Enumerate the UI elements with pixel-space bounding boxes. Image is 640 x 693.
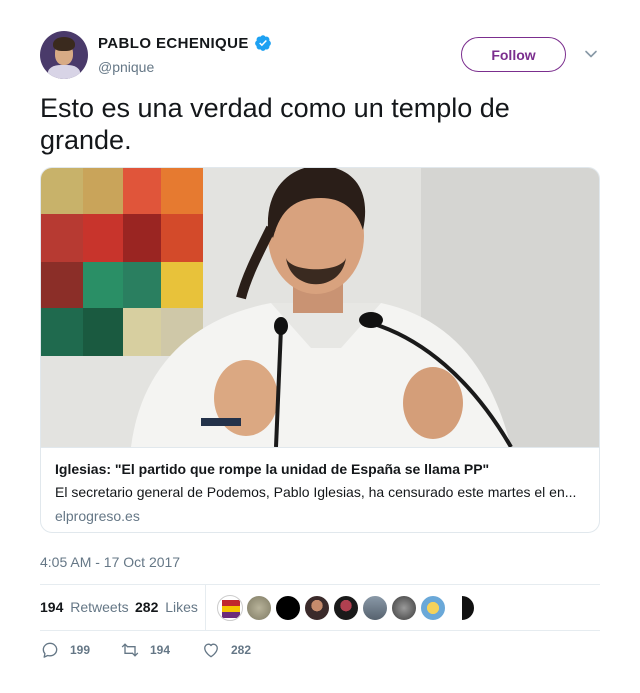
reply-icon [42,642,58,658]
liker-avatar[interactable] [420,595,446,621]
likes-label: Likes [165,599,198,615]
chevron-down-icon[interactable] [584,47,598,61]
retweets-stat[interactable]: 194 Retweets [40,599,129,615]
user-name-row[interactable]: PABLO ECHENIQUE [98,34,272,52]
link-card[interactable]: Iglesias: "El partido que rompe la unida… [40,167,600,533]
retweet-icon [121,643,139,657]
liker-avatar[interactable] [217,595,243,621]
verified-badge-icon [254,35,271,51]
follow-button[interactable]: Follow [461,37,566,72]
reply-action[interactable]: 199 [40,640,90,660]
reply-count: 199 [70,643,91,657]
retweets-count: 194 [40,599,64,615]
like-count: 282 [231,643,252,657]
card-domain[interactable]: elprogreso.es [55,507,585,526]
tweet-text: Esto es una verdad como un templo de gra… [40,93,510,155]
card-image [41,168,599,447]
liker-avatar[interactable] [275,595,301,621]
user-handle[interactable]: @pnique [98,59,154,75]
liker-avatar[interactable] [333,595,359,621]
card-body[interactable]: Iglesias: "El partido que rompe la unida… [41,447,599,532]
like-action[interactable]: 282 [201,640,251,660]
avatar[interactable] [40,31,88,79]
display-name[interactable]: PABLO ECHENIQUE [98,35,249,52]
stats-separator [205,585,206,630]
stats-row: 194 Retweets 282 Likes [40,585,600,630]
divider [40,630,600,631]
tweet: PABLO ECHENIQUE @pnique Follow Esto es u… [0,0,640,693]
card-title[interactable]: Iglesias: "El partido que rompe la unida… [55,460,585,479]
card-description: El secretario general de Podemos, Pablo … [55,484,577,500]
heart-icon [204,643,218,658]
timestamp[interactable]: 4:05 AM - 17 Oct 2017 [40,554,180,570]
retweets-label: Retweets [70,599,129,615]
retweet-action[interactable]: 194 [120,640,170,660]
action-bar: 199 194 282 [40,640,600,666]
liker-avatar[interactable] [304,595,330,621]
liker-avatar[interactable] [362,595,388,621]
likes-stat[interactable]: 282 Likes [135,599,198,615]
liker-avatar[interactable] [391,595,417,621]
liker-avatar[interactable] [246,595,272,621]
likes-count: 282 [135,599,159,615]
liker-avatar[interactable] [449,595,475,621]
retweet-count: 194 [150,643,171,657]
